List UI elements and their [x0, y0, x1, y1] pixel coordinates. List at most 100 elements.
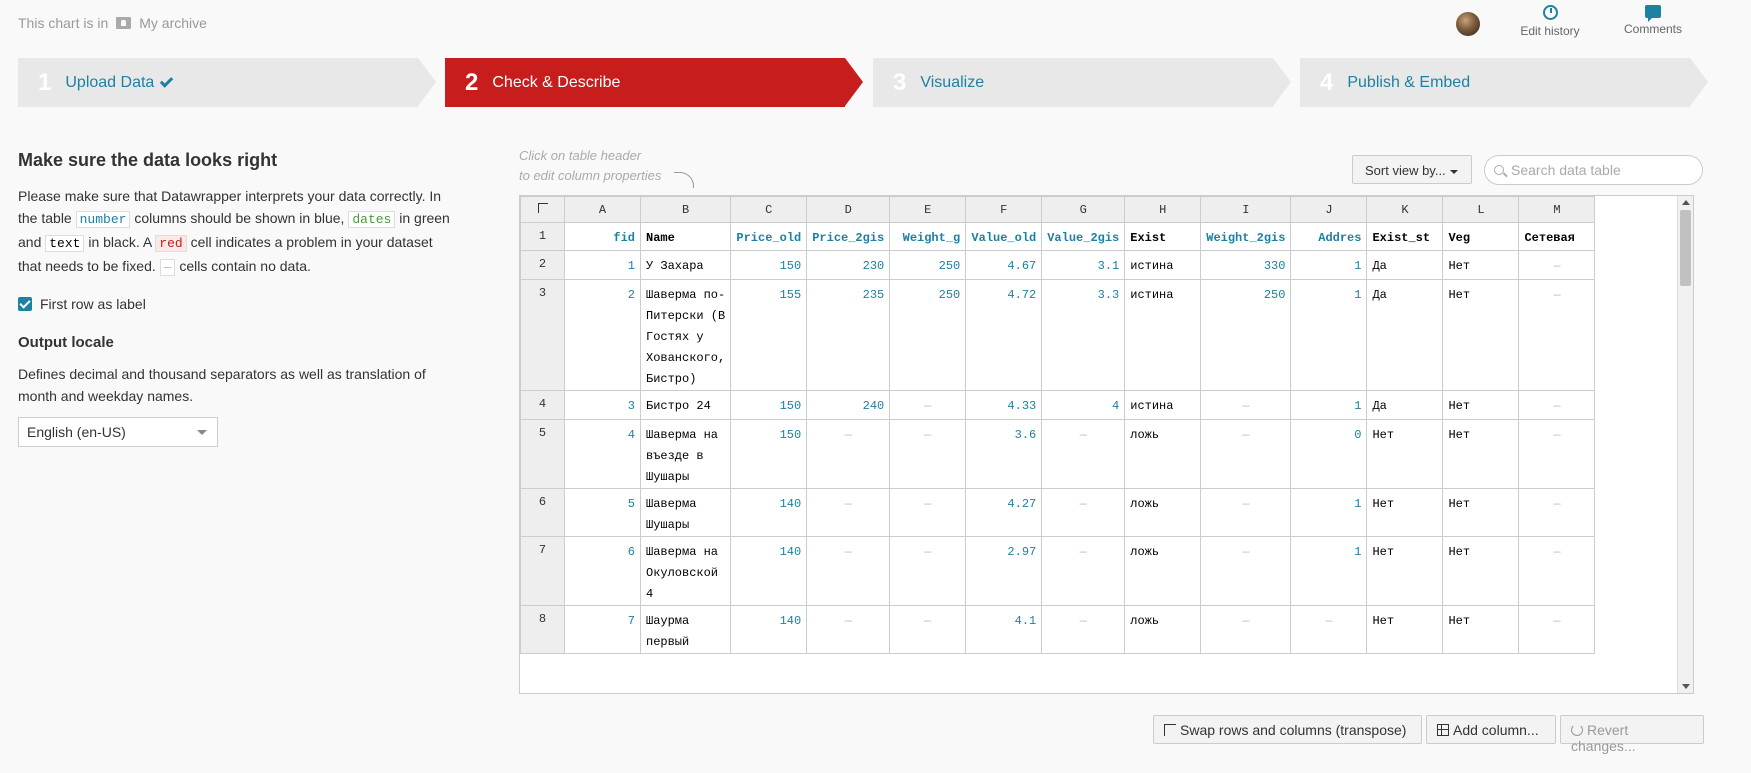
column-header[interactable]: L [1442, 196, 1520, 223]
archive-folder-link[interactable]: My archive [139, 15, 207, 31]
table-cell[interactable]: Нет [1442, 536, 1520, 606]
table-cell[interactable]: Нет [1442, 279, 1520, 391]
table-cell[interactable]: Сетевая [1518, 222, 1596, 251]
table-cell[interactable]: — [1200, 488, 1292, 537]
table-cell[interactable]: Бистро 24 [639, 390, 732, 420]
avatar[interactable] [1456, 12, 1480, 36]
table-cell[interactable]: — [889, 605, 967, 654]
table-cell[interactable]: — [1518, 419, 1596, 489]
edit-history-button[interactable]: Edit history [1515, 5, 1585, 38]
table-cell[interactable]: ложь [1124, 488, 1202, 537]
column-header[interactable]: D [806, 196, 891, 223]
revert-changes-button[interactable]: Revert changes... [1560, 715, 1704, 754]
table-cell[interactable]: 3 [564, 390, 641, 420]
table-cell[interactable]: — [889, 488, 967, 537]
table-cell[interactable]: 250 [889, 279, 967, 391]
table-cell[interactable]: Weight_2gis [1200, 222, 1292, 251]
table-cell[interactable]: — [1200, 536, 1292, 606]
table-cell[interactable]: 4.33 [965, 390, 1043, 420]
table-cell[interactable]: — [806, 419, 891, 489]
column-header[interactable]: A [564, 196, 641, 223]
add-column-button[interactable]: Add column... [1426, 715, 1556, 744]
transpose-button[interactable]: Swap rows and columns (transpose) [1153, 715, 1422, 744]
table-cell[interactable]: 6 [564, 536, 641, 606]
first-row-checkbox[interactable] [18, 297, 32, 311]
sort-view-button[interactable]: Sort view by... [1352, 155, 1472, 184]
table-cell[interactable]: 4.67 [965, 250, 1043, 280]
table-cell[interactable]: 1 [1290, 536, 1368, 606]
table-cell[interactable]: 1 [1290, 279, 1368, 391]
table-cell[interactable]: 155 [730, 279, 808, 391]
table-cell[interactable]: — [1518, 536, 1596, 606]
table-cell[interactable]: Нет [1442, 605, 1520, 654]
step-check-describe[interactable]: 2 Check & Describe [445, 58, 863, 107]
table-cell[interactable]: Шаверма на въезде в Шушары [639, 419, 732, 489]
first-row-label-option[interactable]: First row as label [18, 296, 458, 312]
table-cell[interactable]: Нет [1366, 536, 1444, 606]
vertical-scrollbar[interactable] [1677, 196, 1693, 693]
table-cell[interactable]: Weight_g [889, 222, 967, 251]
table-cell[interactable]: Да [1366, 279, 1444, 391]
scrollbar-thumb[interactable] [1680, 210, 1691, 286]
table-cell[interactable]: Price_2gis [806, 222, 891, 251]
column-header[interactable]: H [1124, 196, 1202, 223]
table-cell[interactable]: 3.6 [965, 419, 1043, 489]
table-cell[interactable]: Нет [1366, 605, 1444, 654]
table-cell[interactable]: 1 [1290, 390, 1368, 420]
table-cell[interactable]: Шаверма на Окуловской 4 [639, 536, 732, 606]
column-header[interactable]: B [639, 196, 732, 223]
table-cell[interactable]: 240 [806, 390, 891, 420]
column-header[interactable]: F [965, 196, 1043, 223]
table-cell[interactable]: — [1518, 488, 1596, 537]
table-cell[interactable]: Шаверма по-Питерски (В Гостях у Хованско… [639, 279, 732, 391]
table-cell[interactable]: 330 [1200, 250, 1292, 280]
table-cell[interactable]: Да [1366, 250, 1444, 280]
table-cell[interactable]: 150 [730, 390, 808, 420]
table-cell[interactable]: — [1041, 419, 1126, 489]
column-header[interactable]: J [1290, 196, 1368, 223]
step-publish-embed[interactable]: 4 Publish & Embed [1300, 58, 1708, 107]
table-cell[interactable]: — [1041, 536, 1126, 606]
table-cell[interactable]: ложь [1124, 536, 1202, 606]
table-cell[interactable]: Нет [1442, 419, 1520, 489]
table-cell[interactable]: Name [639, 222, 732, 251]
table-cell[interactable]: fid [564, 222, 641, 251]
column-header[interactable]: E [889, 196, 967, 223]
table-cell[interactable]: — [1518, 605, 1596, 654]
table-cell[interactable]: — [1290, 605, 1368, 654]
table-cell[interactable]: истина [1124, 390, 1202, 420]
table-cell[interactable]: 7 [564, 605, 641, 654]
table-cell[interactable]: Price_old [730, 222, 808, 251]
comments-button[interactable]: Comments [1618, 5, 1688, 36]
table-cell[interactable]: 140 [730, 536, 808, 606]
table-cell[interactable]: — [1518, 250, 1596, 280]
table-cell[interactable]: Нет [1366, 488, 1444, 537]
table-cell[interactable]: Exist_st [1366, 222, 1444, 251]
table-cell[interactable]: — [1200, 419, 1292, 489]
table-cell[interactable]: 4.1 [965, 605, 1043, 654]
column-header[interactable]: M [1518, 196, 1596, 223]
scroll-up-icon[interactable] [1682, 200, 1690, 205]
column-header[interactable]: C [730, 196, 808, 223]
table-cell[interactable]: 0 [1290, 419, 1368, 489]
table-cell[interactable]: 2 [564, 279, 641, 391]
table-cell[interactable]: 235 [806, 279, 891, 391]
table-cell[interactable]: 140 [730, 488, 808, 537]
table-cell[interactable]: Veg [1442, 222, 1520, 251]
column-header[interactable]: I [1200, 196, 1292, 223]
table-cell[interactable]: Addres [1290, 222, 1368, 251]
table-cell[interactable]: — [889, 390, 967, 420]
table-cell[interactable]: — [1200, 605, 1292, 654]
column-header[interactable]: G [1041, 196, 1126, 223]
table-cell[interactable]: 1 [564, 250, 641, 280]
table-cell[interactable]: 2.97 [965, 536, 1043, 606]
table-cell[interactable]: Нет [1442, 488, 1520, 537]
table-cell[interactable]: Нет [1442, 390, 1520, 420]
table-cell[interactable]: ложь [1124, 419, 1202, 489]
table-cell[interactable]: — [1041, 605, 1126, 654]
table-cell[interactable]: Да [1366, 390, 1444, 420]
table-cell[interactable]: Value_old [965, 222, 1043, 251]
table-cell[interactable]: — [1041, 488, 1126, 537]
table-cell[interactable]: 150 [730, 419, 808, 489]
table-cell[interactable]: 4.27 [965, 488, 1043, 537]
